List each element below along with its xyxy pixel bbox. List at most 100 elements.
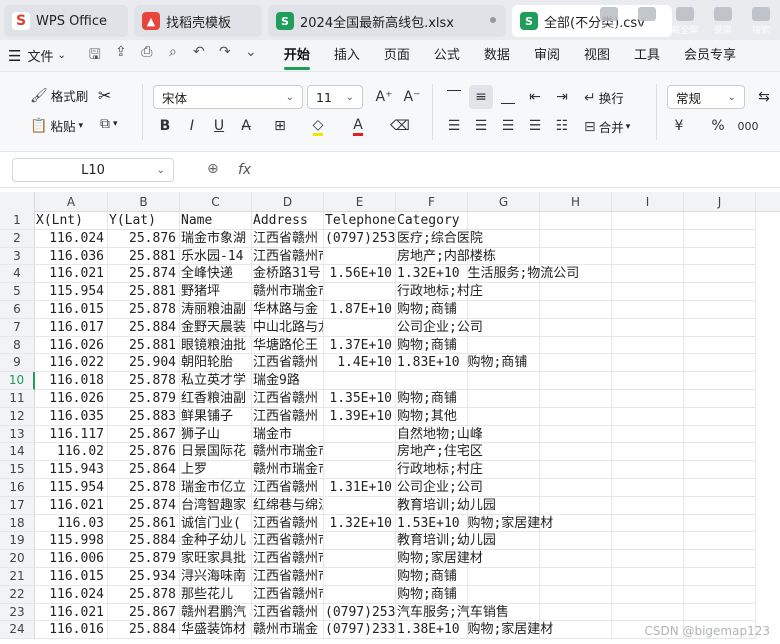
cell-J15[interactable] — [684, 461, 756, 479]
cell-I12[interactable] — [612, 407, 684, 426]
cell-F3[interactable]: 房地产;内部楼栋 — [396, 247, 496, 266]
column-header-J[interactable]: J — [684, 192, 756, 212]
row-header[interactable]: 16 — [0, 479, 35, 497]
cell-J12[interactable] — [684, 407, 756, 426]
font-color-button[interactable]: A — [346, 114, 370, 138]
cell-E12[interactable]: 1.39E+10 — [324, 407, 396, 426]
cell-I21[interactable] — [612, 568, 684, 586]
cell-F7[interactable]: 公司企业;公司 — [396, 318, 483, 337]
cell-F15[interactable]: 行政地标;村庄 — [396, 461, 483, 479]
cell-H19[interactable] — [540, 532, 612, 551]
cell-E15[interactable] — [324, 461, 396, 479]
cell-E18[interactable]: 1.32E+10 — [324, 514, 396, 533]
cell-A19[interactable]: 115.998 — [35, 532, 108, 551]
row-header[interactable]: 20 — [0, 550, 35, 568]
cell-D22[interactable]: 江西省赣州市瑞金市I — [252, 585, 324, 604]
preview-icon[interactable]: ⌕ — [160, 44, 186, 68]
cell-F1[interactable]: Category — [396, 212, 468, 230]
cell-H13[interactable] — [540, 425, 612, 444]
cell-E16[interactable]: 1.31E+10 — [324, 479, 396, 497]
cell-B2[interactable]: 25.876 — [108, 229, 180, 248]
cell-A2[interactable]: 116.024 — [35, 229, 108, 248]
ai-assistant-button[interactable]: AI助手 — [590, 2, 628, 40]
column-header-I[interactable]: I — [612, 192, 684, 212]
cell-J17[interactable] — [684, 496, 756, 515]
cell-G6[interactable] — [468, 301, 540, 319]
row-header[interactable]: 22 — [0, 585, 35, 604]
cut-button[interactable]: ✂ — [98, 86, 111, 105]
cell-C23[interactable]: 赣州君鹏汽 — [180, 603, 252, 622]
cell-J7[interactable] — [684, 318, 756, 337]
cell-D4[interactable]: 金桥路31号 — [252, 265, 324, 284]
cell-F13[interactable]: 自然地物;山峰 — [396, 425, 483, 444]
cell-J10[interactable] — [684, 372, 756, 390]
cell-D11[interactable]: 江西省赣州 — [252, 390, 324, 408]
cell-B5[interactable]: 25.881 — [108, 283, 180, 301]
cell-F24[interactable]: 1.38E+10 购物;家居建材 — [396, 621, 553, 640]
cell-D20[interactable]: 江西省赣州市瑞金市一 — [252, 550, 324, 568]
cell-I1[interactable] — [612, 212, 684, 230]
align-top-button[interactable]: ⎺ — [442, 85, 466, 109]
cell-D12[interactable]: 江西省赣州 — [252, 407, 324, 426]
column-header-C[interactable]: C — [180, 192, 252, 212]
cell-F19[interactable]: 教育培训;幼儿园 — [396, 532, 496, 551]
cell-J4[interactable] — [684, 265, 756, 284]
cell-A11[interactable]: 116.026 — [35, 390, 108, 408]
cell-B3[interactable]: 25.881 — [108, 247, 180, 266]
cell-D6[interactable]: 华林路与金 — [252, 301, 324, 319]
row-header[interactable]: 1 — [0, 212, 35, 230]
cell-E9[interactable]: 1.4E+10 — [324, 354, 396, 373]
cell-B17[interactable]: 25.874 — [108, 496, 180, 515]
cell-C8[interactable]: 眼镜粮油批 — [180, 336, 252, 355]
cell-G8[interactable] — [468, 336, 540, 355]
cell-D10[interactable]: 瑞金9路 — [252, 372, 324, 390]
cell-D23[interactable]: 江西省赣州 — [252, 603, 324, 622]
cell-I17[interactable] — [612, 496, 684, 515]
cell-C10[interactable]: 私立英才学 — [180, 372, 252, 390]
cell-A22[interactable]: 116.024 — [35, 585, 108, 604]
row-header[interactable]: 8 — [0, 336, 35, 355]
cell-E22[interactable] — [324, 585, 396, 604]
cell-E8[interactable]: 1.37E+10 — [324, 336, 396, 355]
cell-A10[interactable]: 116.018 — [35, 372, 108, 390]
cell-A14[interactable]: 116.02 — [35, 443, 108, 462]
cell-D3[interactable]: 江西省赣州市瑞金市! — [252, 247, 324, 266]
cell-C4[interactable]: 全峰快递 — [180, 265, 252, 284]
align-left-button[interactable]: ☰ — [442, 114, 466, 138]
cell-J22[interactable] — [684, 585, 756, 604]
cell-B24[interactable]: 25.884 — [108, 621, 180, 640]
cell-A21[interactable]: 116.015 — [35, 568, 108, 586]
cell-I6[interactable] — [612, 301, 684, 319]
row-header[interactable]: 3 — [0, 247, 35, 266]
cell-H21[interactable] — [540, 568, 612, 586]
tab-formula[interactable]: 公式 — [422, 40, 472, 72]
cell-J18[interactable] — [684, 514, 756, 533]
align-center-button[interactable]: ☰ — [469, 114, 493, 138]
cell-F10[interactable] — [396, 372, 468, 390]
undo-icon[interactable]: ↶ — [186, 44, 212, 68]
row-header[interactable]: 18 — [0, 514, 35, 533]
cell-C16[interactable]: 瑞金市亿立 — [180, 479, 252, 497]
cell-J14[interactable] — [684, 443, 756, 462]
justify-button[interactable]: ☰ — [523, 114, 547, 138]
cell-H14[interactable] — [540, 443, 612, 462]
cell-C15[interactable]: 上罗 — [180, 461, 252, 479]
cell-B18[interactable]: 25.861 — [108, 514, 180, 533]
row-header[interactable]: 9 — [0, 354, 35, 373]
cell-C11[interactable]: 红香粮油副 — [180, 390, 252, 408]
cell-I23[interactable] — [612, 603, 684, 622]
cell-F4[interactable]: 1.32E+10 生活服务;物流公司 — [396, 265, 579, 284]
cell-F18[interactable]: 1.53E+10 购物;家居建材 — [396, 514, 553, 533]
cell-I3[interactable] — [612, 247, 684, 266]
cell-C3[interactable]: 乐水园-14 — [180, 247, 252, 266]
cell-H16[interactable] — [540, 479, 612, 497]
cell-B4[interactable]: 25.874 — [108, 265, 180, 284]
select-all-corner[interactable] — [0, 192, 35, 212]
cell-B11[interactable]: 25.879 — [108, 390, 180, 408]
bold-button[interactable]: B — [153, 114, 177, 138]
tab-tools[interactable]: 工具 — [622, 40, 672, 72]
cell-F20[interactable]: 购物;家居建材 — [396, 550, 483, 568]
row-header[interactable]: 7 — [0, 318, 35, 337]
cell-B7[interactable]: 25.884 — [108, 318, 180, 337]
cell-C19[interactable]: 金种子幼儿 — [180, 532, 252, 551]
